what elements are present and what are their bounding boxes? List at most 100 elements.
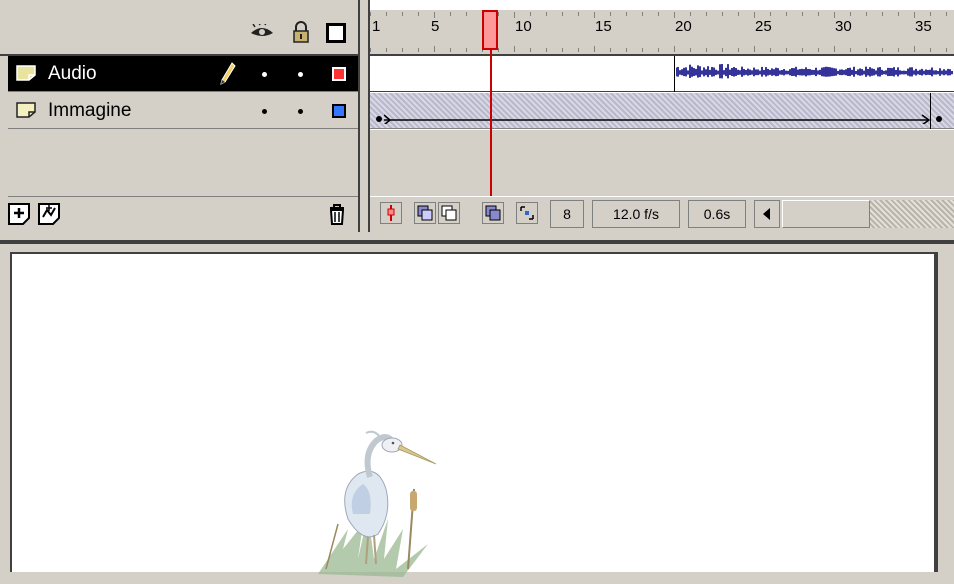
- frame-row-audio[interactable]: [370, 56, 954, 92]
- ruler-tick: [898, 48, 899, 52]
- tween-arrow: [383, 111, 932, 126]
- outline-color-swatch[interactable]: [332, 104, 346, 118]
- layer-row-audio[interactable]: Audio: [8, 56, 358, 92]
- ruler-tick: [754, 46, 755, 52]
- modify-onion-markers-icon[interactable]: [516, 202, 538, 224]
- ruler-tick: [882, 48, 883, 52]
- ruler-tick: [530, 12, 531, 16]
- ruler-tick: [626, 48, 627, 52]
- ruler-tick: [642, 48, 643, 52]
- lock-dot[interactable]: [298, 72, 303, 77]
- stage-area: [0, 240, 954, 577]
- ruler-tick: [386, 12, 387, 16]
- stage-right-border: [934, 252, 938, 572]
- ruler-label: 15: [595, 18, 612, 35]
- frame-ruler[interactable]: 1 5 10 15 20 25 30 35: [370, 10, 954, 56]
- layers-header: [0, 10, 358, 56]
- scroll-left-arrow[interactable]: [754, 200, 780, 228]
- audio-start-keyframe-line: [674, 56, 675, 92]
- ruler-label: 1: [372, 18, 381, 35]
- keyframe-dot: [936, 116, 942, 122]
- ruler-label: 30: [835, 18, 852, 35]
- ruler-tick: [850, 48, 851, 52]
- add-layer-icon[interactable]: [8, 203, 30, 225]
- ruler-label: 35: [915, 18, 932, 35]
- heron-image[interactable]: [308, 419, 438, 579]
- ruler-tick: [866, 48, 867, 52]
- layer-row-immagine[interactable]: Immagine: [8, 93, 358, 129]
- add-motion-guide-icon[interactable]: [38, 203, 60, 225]
- ruler-tick: [850, 12, 851, 16]
- ruler-tick: [658, 12, 659, 16]
- onion-skin-icon[interactable]: [414, 202, 436, 224]
- ruler-tick: [770, 48, 771, 52]
- ruler-tick: [418, 12, 419, 16]
- ruler-tick: [434, 46, 435, 52]
- keyframe-end-line: [930, 93, 931, 129]
- playhead[interactable]: [482, 10, 498, 50]
- ruler-tick: [562, 48, 563, 52]
- visibility-dot[interactable]: [262, 109, 267, 114]
- ruler-tick: [802, 48, 803, 52]
- ruler-tick: [930, 48, 931, 52]
- ruler-label: 10: [515, 18, 532, 35]
- center-frame-button[interactable]: [380, 202, 402, 224]
- ruler-tick: [546, 48, 547, 52]
- ruler-tick: [386, 48, 387, 52]
- ruler-tick: [690, 12, 691, 16]
- stage-canvas[interactable]: [10, 252, 934, 577]
- ruler-tick: [690, 48, 691, 52]
- ruler-tick: [578, 48, 579, 52]
- frame-rate-display[interactable]: 12.0 f/s: [592, 200, 680, 228]
- ruler-tick: [546, 12, 547, 16]
- ruler-tick: [946, 12, 947, 16]
- eye-icon[interactable]: [250, 22, 274, 40]
- current-frame-display: 8: [550, 200, 584, 228]
- ruler-tick: [722, 12, 723, 16]
- ruler-tick: [450, 48, 451, 52]
- ruler-tick: [514, 46, 515, 52]
- ruler-label: 20: [675, 18, 692, 35]
- layer-icon: [16, 102, 36, 118]
- ruler-tick: [498, 48, 499, 52]
- layer-name: Immagine: [48, 100, 132, 121]
- ruler-tick: [642, 12, 643, 16]
- horizontal-scrollbar-thumb[interactable]: [782, 200, 870, 228]
- timeline-divider[interactable]: [358, 0, 370, 232]
- edit-multiple-frames-icon[interactable]: [482, 202, 504, 224]
- ruler-tick: [466, 48, 467, 52]
- ruler-tick: [866, 12, 867, 16]
- ruler-tick: [530, 48, 531, 52]
- horizontal-scrollbar-track[interactable]: [870, 200, 954, 228]
- ruler-tick: [770, 12, 771, 16]
- outline-color-swatch[interactable]: [332, 67, 346, 81]
- ruler-tick: [706, 12, 707, 16]
- ruler-tick: [914, 46, 915, 52]
- delete-layer-icon[interactable]: [328, 203, 346, 225]
- ruler-tick: [418, 48, 419, 52]
- ruler-tick: [706, 48, 707, 52]
- ruler-tick: [786, 12, 787, 16]
- ruler-tick: [786, 48, 787, 52]
- ruler-label: 5: [431, 18, 440, 35]
- lock-icon[interactable]: [292, 21, 310, 43]
- layers-empty-area: [8, 130, 358, 197]
- ruler-tick: [674, 46, 675, 52]
- frames-empty-area: [370, 130, 954, 196]
- keyframe-dot: [376, 116, 382, 122]
- ruler-tick: [626, 12, 627, 16]
- stage-divider[interactable]: [0, 240, 954, 244]
- visibility-dot[interactable]: [262, 72, 267, 77]
- ruler-tick: [898, 12, 899, 16]
- frame-row-immagine[interactable]: [370, 93, 954, 129]
- playhead-line: [490, 50, 492, 196]
- timeline-panel: Audio Immagine 1 5 10 15 20 25 30 35 8 1…: [0, 0, 954, 240]
- onion-skin-outlines-icon[interactable]: [438, 202, 460, 224]
- outline-icon[interactable]: [326, 23, 346, 43]
- ruler-tick: [818, 12, 819, 16]
- ruler-tick: [802, 12, 803, 16]
- lock-dot[interactable]: [298, 109, 303, 114]
- layers-footer: [8, 197, 358, 232]
- frames-panel: 1 5 10 15 20 25 30 35 8 12.0 f/s 0.6s: [370, 0, 954, 232]
- ruler-tick: [946, 48, 947, 52]
